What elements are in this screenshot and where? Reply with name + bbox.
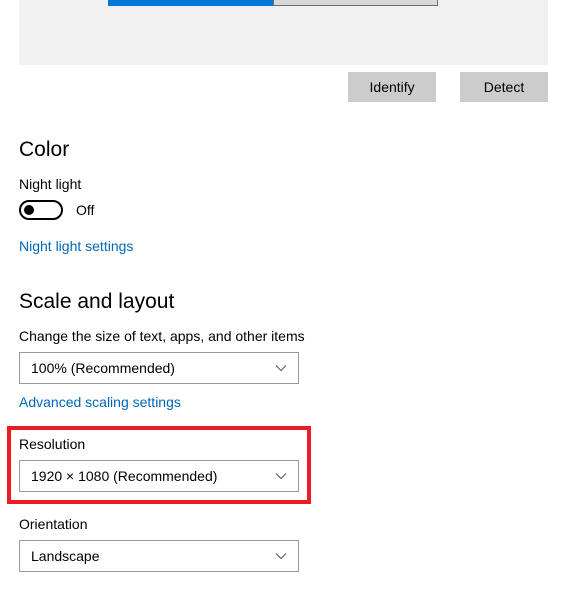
display-preview-area	[19, 0, 548, 65]
orientation-dropdown-value: Landscape	[31, 548, 100, 564]
resolution-highlight: Resolution 1920 × 1080 (Recommended)	[7, 426, 311, 504]
chevron-down-icon	[275, 550, 287, 562]
resolution-label: Resolution	[19, 436, 299, 452]
detect-button[interactable]: Detect	[460, 72, 548, 102]
monitor-2[interactable]	[273, 0, 438, 6]
scale-dropdown-value: 100% (Recommended)	[31, 360, 175, 376]
scale-label: Change the size of text, apps, and other…	[19, 328, 548, 344]
night-light-label: Night light	[19, 176, 548, 192]
resolution-dropdown[interactable]: 1920 × 1080 (Recommended)	[19, 460, 299, 492]
night-light-settings-link[interactable]: Night light settings	[19, 238, 133, 254]
identify-button[interactable]: Identify	[348, 72, 436, 102]
night-light-toggle[interactable]	[19, 200, 63, 220]
night-light-state: Off	[76, 202, 94, 218]
scale-layout-heading: Scale and layout	[19, 290, 548, 314]
orientation-dropdown[interactable]: Landscape	[19, 540, 299, 572]
orientation-label: Orientation	[19, 516, 548, 532]
display-actions-row: Identify Detect	[19, 72, 548, 102]
resolution-dropdown-value: 1920 × 1080 (Recommended)	[31, 468, 217, 484]
chevron-down-icon	[275, 470, 287, 482]
scale-dropdown[interactable]: 100% (Recommended)	[19, 352, 299, 384]
monitor-1[interactable]	[108, 0, 273, 6]
color-heading: Color	[19, 138, 548, 162]
chevron-down-icon	[275, 362, 287, 374]
toggle-knob	[24, 205, 34, 215]
advanced-scaling-link[interactable]: Advanced scaling settings	[19, 394, 181, 410]
